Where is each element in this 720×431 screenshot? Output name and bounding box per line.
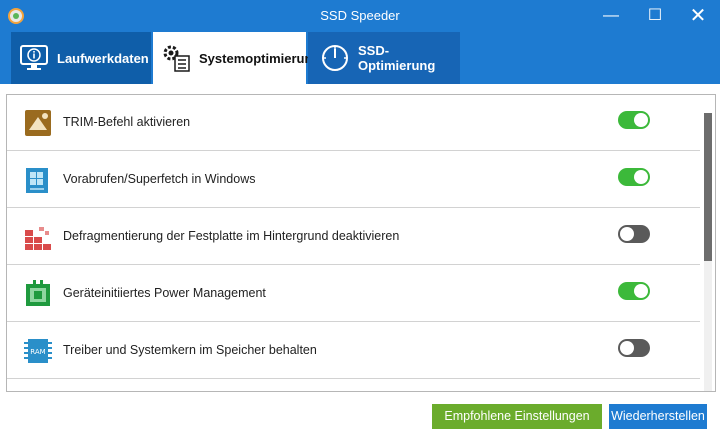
monitor-info-icon [19,43,49,73]
gears-checklist-icon [161,43,191,73]
setting-row-kernel-memory: RAM Treiber und Systemkern im Speicher b… [7,323,700,379]
gauge-icon [320,43,350,73]
tab-laufwerkdaten[interactable]: Laufwerkdaten [11,32,151,84]
setting-label: Vorabrufen/Superfetch in Windows [63,172,256,186]
power-management-toggle[interactable] [618,282,650,300]
title-bar: SSD Speeder — ☐ ✕ [0,0,720,32]
tab-bar: Laufwerkdaten Systemoptimierung SSD-Opti… [0,32,720,84]
setting-label: Geräteinitiiertes Power Management [63,286,266,300]
toggle-knob [620,227,634,241]
tab-label: Systemoptimierung [199,50,321,66]
setting-label: Treiber und Systemkern im Speicher behal… [63,343,317,357]
tab-label: SSD-Optimierung [358,43,436,73]
tab-label: Laufwerkdaten [57,50,149,66]
setting-row-superfetch: Vorabrufen/Superfetch in Windows [7,152,700,208]
setting-label: TRIM-Befehl aktivieren [63,115,191,129]
setting-row-defrag: Defragmentierung der Festplatte im Hinte… [7,209,700,265]
defrag-toggle[interactable] [618,225,650,243]
superfetch-toggle[interactable] [618,168,650,186]
defrag-blocks-icon [23,222,53,252]
setting-row-trim: TRIM-Befehl aktivieren [7,95,700,151]
recommended-settings-button[interactable]: Empfohlene Einstellungen [432,404,602,429]
toggle-knob [634,170,648,184]
scrollbar-thumb[interactable] [704,113,712,261]
trim-drive-icon [23,108,53,138]
toggle-knob [620,341,634,355]
next-row-icon-partial [23,391,53,392]
close-button[interactable]: ✕ [676,0,720,32]
power-chip-icon [23,279,53,309]
settings-list: TRIM-Befehl aktivieren Vorabrufen/Superf… [6,94,716,392]
restore-button[interactable]: Wiederherstellen [609,404,707,429]
svg-text:RAM: RAM [30,348,45,356]
ram-icon: RAM [23,336,53,366]
toggle-knob [634,113,648,127]
setting-row-power: Geräteinitiiertes Power Management [7,266,700,322]
trim-toggle[interactable] [618,111,650,129]
kernel-memory-toggle[interactable] [618,339,650,357]
setting-label: Defragmentierung der Festplatte im Hinte… [63,229,400,243]
windows-document-icon [23,165,53,195]
minimize-button[interactable]: — [589,0,633,32]
tab-systemoptimierung[interactable]: Systemoptimierung [153,32,320,84]
maximize-button[interactable]: ☐ [633,0,677,32]
toggle-knob [634,284,648,298]
scrollbar[interactable] [704,113,712,391]
tab-ssd-optimierung[interactable]: SSD-Optimierung [308,32,460,84]
